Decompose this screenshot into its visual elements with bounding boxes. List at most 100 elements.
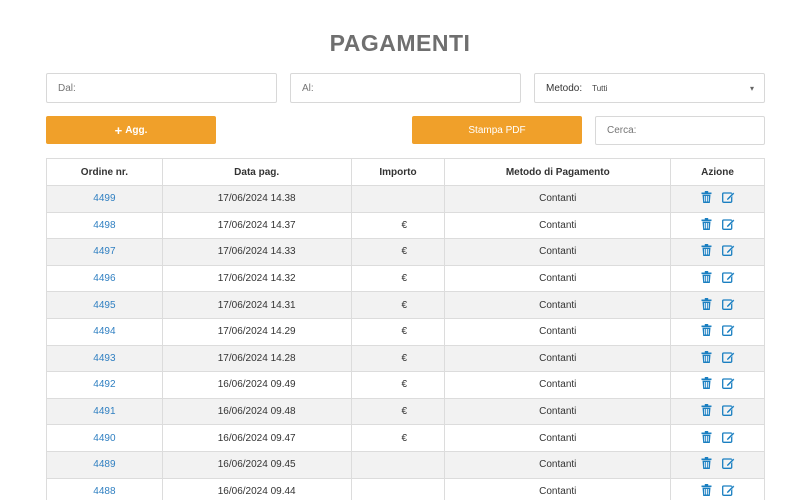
trash-icon[interactable] <box>701 457 712 472</box>
cell-data: 16/06/2024 09.48 <box>161 397 352 426</box>
order-link[interactable]: 4494 <box>93 326 115 337</box>
plus-icon: + <box>114 122 123 138</box>
order-link[interactable]: 4488 <box>93 486 115 497</box>
print-pdf-button[interactable]: Stampa PDF <box>412 116 582 144</box>
cell-ordine: 4497 <box>46 238 163 266</box>
header-data[interactable]: Data pag. <box>161 158 352 186</box>
cell-importo <box>350 450 446 479</box>
edit-icon[interactable] <box>721 244 735 259</box>
cell-metodo: Contanti <box>444 450 672 479</box>
header-importo[interactable]: Importo <box>350 158 446 186</box>
search-input[interactable] <box>607 117 764 144</box>
order-link[interactable]: 4499 <box>93 193 115 204</box>
method-selected-value[interactable]: Tutti <box>592 84 750 93</box>
trash-icon[interactable] <box>701 350 712 366</box>
cell-data: 17/06/2024 14.37 <box>161 211 352 240</box>
cell-metodo: Contanti <box>444 371 672 399</box>
date-to-input[interactable] <box>302 74 520 102</box>
trash-icon[interactable] <box>701 377 712 392</box>
edit-icon[interactable] <box>721 351 735 366</box>
trash-icon[interactable] <box>701 217 712 233</box>
add-button[interactable]: + Agg. <box>46 116 216 144</box>
cell-data: 16/06/2024 09.44 <box>161 477 352 500</box>
cell-azione <box>670 211 765 240</box>
date-to-field[interactable] <box>290 73 521 103</box>
edit-icon[interactable] <box>721 377 735 392</box>
method-select[interactable]: Metodo: Tutti ▾ <box>534 73 765 103</box>
cell-metodo: Contanti <box>444 291 672 319</box>
order-link[interactable]: 4491 <box>93 406 115 417</box>
cell-ordine: 4496 <box>46 264 163 293</box>
cell-metodo: Contanti <box>444 344 672 373</box>
table-header-row: Ordine nr. Data pag. Importo Metodo di P… <box>46 158 765 186</box>
chevron-down-icon[interactable]: ▾ <box>750 84 754 93</box>
order-link[interactable]: 4492 <box>93 379 115 390</box>
cell-data: 17/06/2024 14.31 <box>161 291 352 319</box>
edit-icon[interactable] <box>721 191 735 206</box>
cell-importo: € <box>350 211 446 240</box>
cell-ordine: 4493 <box>46 344 163 373</box>
cell-data: 17/06/2024 14.32 <box>161 264 352 293</box>
edit-icon[interactable] <box>721 484 735 499</box>
cell-azione <box>670 291 765 319</box>
order-link[interactable]: 4498 <box>93 220 115 231</box>
order-link[interactable]: 4495 <box>93 300 115 311</box>
add-button-label: Agg. <box>125 124 148 136</box>
table-row: 4498 17/06/2024 14.37 € Contanti <box>46 211 765 240</box>
cell-metodo: Contanti <box>444 477 672 500</box>
cell-importo: € <box>350 344 446 373</box>
cell-azione <box>670 264 765 293</box>
cell-data: 16/06/2024 09.49 <box>161 371 352 399</box>
table-row: 4499 17/06/2024 14.38 Contanti <box>46 185 765 213</box>
edit-icon[interactable] <box>721 271 735 286</box>
cell-data: 16/06/2024 09.45 <box>161 450 352 479</box>
header-metodo[interactable]: Metodo di Pagamento <box>444 158 672 186</box>
trash-icon[interactable] <box>701 430 712 446</box>
header-azione: Azione <box>670 158 765 186</box>
cell-metodo: Contanti <box>444 397 672 426</box>
table-row: 4490 16/06/2024 09.47 € Contanti <box>46 424 765 452</box>
search-field[interactable] <box>595 116 765 145</box>
cell-metodo: Contanti <box>444 211 672 240</box>
edit-icon[interactable] <box>721 324 735 339</box>
cell-importo: € <box>350 424 446 452</box>
cell-importo: € <box>350 238 446 266</box>
header-ordine[interactable]: Ordine nr. <box>46 158 163 186</box>
trash-icon[interactable] <box>701 297 712 313</box>
trash-icon[interactable] <box>701 244 712 259</box>
cell-ordine: 4491 <box>46 397 163 426</box>
cell-azione <box>670 371 765 399</box>
cell-importo: € <box>350 317 446 346</box>
cell-ordine: 4490 <box>46 424 163 452</box>
order-link[interactable]: 4496 <box>93 273 115 284</box>
print-pdf-label: Stampa PDF <box>468 124 526 136</box>
edit-icon[interactable] <box>721 431 735 446</box>
edit-icon[interactable] <box>721 218 735 233</box>
trash-icon[interactable] <box>701 191 712 206</box>
date-from-field[interactable] <box>46 73 277 103</box>
order-link[interactable]: 4497 <box>93 246 115 257</box>
cell-metodo: Contanti <box>444 317 672 346</box>
order-link[interactable]: 4490 <box>93 433 115 444</box>
cell-importo <box>350 477 446 500</box>
trash-icon[interactable] <box>701 483 712 499</box>
table-row: 4488 16/06/2024 09.44 Contanti <box>46 477 765 500</box>
cell-ordine: 4492 <box>46 371 163 399</box>
order-link[interactable]: 4493 <box>93 353 115 364</box>
edit-icon[interactable] <box>721 298 735 313</box>
trash-icon[interactable] <box>701 404 712 419</box>
cell-azione <box>670 317 765 346</box>
edit-icon[interactable] <box>721 404 735 419</box>
cell-azione <box>670 397 765 426</box>
cell-importo <box>350 185 446 213</box>
cell-azione <box>670 424 765 452</box>
cell-data: 17/06/2024 14.33 <box>161 238 352 266</box>
trash-icon[interactable] <box>701 271 712 286</box>
order-link[interactable]: 4489 <box>93 459 115 470</box>
cell-ordine: 4494 <box>46 317 163 346</box>
trash-icon[interactable] <box>701 324 712 339</box>
cell-data: 17/06/2024 14.29 <box>161 317 352 346</box>
date-from-input[interactable] <box>58 74 276 102</box>
cell-ordine: 4489 <box>46 450 163 479</box>
edit-icon[interactable] <box>721 457 735 472</box>
